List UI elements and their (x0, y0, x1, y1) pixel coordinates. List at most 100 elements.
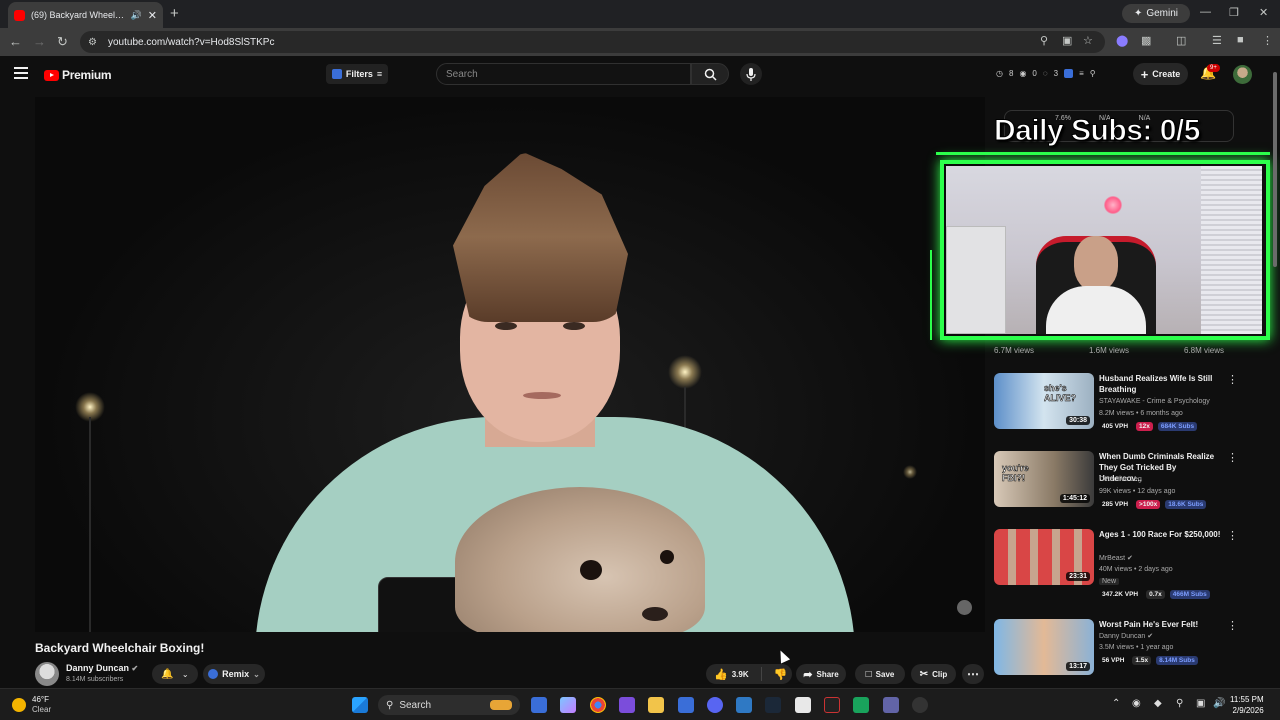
video-thumbnail[interactable]: she's ALIVE? 30:38 (994, 373, 1094, 429)
list-icon[interactable]: ≡ (1079, 69, 1084, 78)
close-tab-icon[interactable]: ✕ (148, 9, 157, 22)
app-icon[interactable] (912, 697, 928, 713)
trophy-icon[interactable]: ⚲ (1090, 69, 1096, 78)
minimize-icon[interactable]: — (1200, 6, 1211, 18)
video-duration: 23:31 (1066, 572, 1090, 581)
network-icon[interactable]: ▣ (1196, 698, 1205, 709)
windows-start-icon[interactable] (352, 697, 368, 713)
hamburger-menu-icon[interactable] (14, 67, 28, 79)
account-avatar[interactable] (1233, 65, 1252, 84)
filters-button[interactable]: Filters ≡ (326, 64, 388, 84)
remix-button[interactable]: Remix ⌄ (203, 664, 265, 684)
more-vert-icon[interactable]: ⋮ (1227, 529, 1238, 542)
window-close-icon[interactable]: ✕ (1259, 6, 1268, 19)
microphone-icon (746, 67, 756, 81)
recommended-video[interactable]: 23:31 Ages 1 - 100 Race For $250,000! Mr… (994, 529, 1239, 609)
media-control-icon[interactable]: ☰ (1212, 34, 1222, 47)
recommended-channel[interactable]: STAYAWAKE - Crime & Psychology (1099, 398, 1210, 405)
recommended-title[interactable]: Husband Realizes Wife Is Still Breathing (1099, 373, 1221, 395)
reload-icon[interactable]: ↻ (57, 34, 68, 50)
recommended-channel[interactable]: MrBeast ✔ (1099, 554, 1133, 562)
chrome-icon[interactable] (590, 697, 606, 713)
voice-search-button[interactable] (740, 63, 762, 85)
clip-button[interactable]: ✂ Clip (911, 664, 956, 684)
file-explorer-icon[interactable] (648, 697, 664, 713)
discord-icon[interactable] (707, 697, 723, 713)
subs-tag: 8.14M Subs (1156, 656, 1198, 665)
address-bar[interactable]: ⚙ youtube.com/watch?v=Hod8SlSTKPc (80, 31, 1105, 53)
recommended-video[interactable]: she's ALIVE? 30:38 Husband Realizes Wife… (994, 373, 1239, 443)
notepad-icon[interactable] (678, 697, 694, 713)
scrollbar-thumb[interactable] (1273, 72, 1277, 267)
tray-mic-icon[interactable]: ⚲ (1176, 698, 1183, 709)
app-icon[interactable] (531, 697, 547, 713)
speaker-icon[interactable]: 🔊 (131, 10, 142, 21)
taskbar-search[interactable]: ⚲ Search (378, 695, 520, 715)
subscribed-bell-button[interactable]: 🔔 ⌄ (152, 664, 198, 684)
site-info-icon[interactable]: ⚙ (88, 37, 100, 48)
new-tab-button[interactable]: + (170, 5, 179, 22)
tray-app-icon[interactable]: ◉ (1132, 698, 1141, 709)
recommended-title[interactable]: Ages 1 - 100 Race For $250,000! (1099, 529, 1221, 540)
multiplier-tag: >100x (1136, 500, 1161, 509)
weather-widget[interactable]: 46°F Clear (12, 695, 51, 715)
video-thumbnail[interactable]: 13:17 (994, 619, 1094, 675)
save-button[interactable]: □ Save (855, 664, 905, 684)
cast-icon[interactable]: ▣ (1062, 34, 1072, 47)
more-actions-button[interactable]: ⋯ (962, 664, 984, 684)
light-pole (89, 417, 91, 632)
more-vert-icon[interactable]: ⋮ (1227, 451, 1238, 464)
more-menu-icon[interactable]: ⋮ (1262, 34, 1273, 47)
gmail-icon[interactable] (824, 697, 840, 713)
app-icon[interactable] (853, 697, 869, 713)
multiplier-tag: 1.5x (1132, 656, 1152, 665)
browser-tab[interactable]: (69) Backyard Wheelchair B 🔊 ✕ (8, 2, 163, 28)
copilot-icon[interactable] (560, 697, 576, 713)
filters-label: Filters (345, 69, 373, 79)
verified-icon: ✔ (131, 664, 139, 673)
video-player[interactable] (35, 97, 985, 632)
youtube-premium-logo[interactable]: Premium (44, 68, 112, 82)
side-panel-icon[interactable]: ◫ (1176, 34, 1186, 47)
system-clock[interactable]: 11:55 PM 2/9/2026 (1230, 694, 1264, 716)
recommended-title[interactable]: Worst Pain He's Ever Felt! (1099, 619, 1221, 630)
video-thumbnail[interactable]: you're FBI?! 1:45:12 (994, 451, 1094, 507)
like-button[interactable]: 👍 3.9K (714, 668, 749, 681)
remix-icon (208, 669, 219, 679)
more-vert-icon[interactable]: ⋮ (1227, 619, 1238, 632)
tray-chevron-icon[interactable]: ⌃ (1112, 698, 1120, 709)
steam-icon[interactable] (765, 697, 781, 713)
zoom-icon[interactable]: ⚲ (1040, 34, 1048, 47)
recommended-video[interactable]: 13:17 Worst Pain He's Ever Felt! Danny D… (994, 619, 1239, 689)
search-button[interactable] (691, 63, 729, 85)
search-input[interactable]: Search (436, 63, 691, 85)
tab-title: (69) Backyard Wheelchair B (31, 10, 127, 20)
multiplier-tag: 12x (1136, 422, 1153, 431)
extension-logo-icon[interactable] (1064, 69, 1074, 78)
volume-icon[interactable]: 🔊 (1213, 698, 1225, 709)
back-icon[interactable]: ← (9, 34, 22, 49)
tray-app-icon[interactable]: ◆ (1154, 698, 1162, 709)
puzzle-icon[interactable]: ▩ (1141, 34, 1151, 47)
photos-icon[interactable] (736, 697, 752, 713)
recommended-channel[interactable]: Danny Duncan ✔ (1099, 632, 1153, 640)
channel-watermark-icon[interactable] (957, 600, 972, 615)
video-thumbnail[interactable]: 23:31 (994, 529, 1094, 585)
app-icon[interactable] (619, 697, 635, 713)
more-vert-icon[interactable]: ⋮ (1227, 373, 1238, 386)
create-button[interactable]: + Create (1133, 63, 1188, 85)
channel-name[interactable]: Danny Duncan ✔ (66, 663, 138, 673)
gemini-button[interactable]: ✦ Gemini (1122, 4, 1190, 23)
forward-icon[interactable]: → (33, 34, 46, 49)
profile-icon[interactable]: ■ (1237, 34, 1244, 46)
recommended-video[interactable]: you're FBI?! 1:45:12 When Dumb Criminals… (994, 451, 1239, 521)
bookmark-star-icon[interactable]: ☆ (1083, 34, 1093, 47)
extension-icon[interactable]: ⬤ (1116, 34, 1128, 47)
teams-icon[interactable] (883, 697, 899, 713)
store-icon[interactable] (795, 697, 811, 713)
thumbs-down-icon[interactable]: 👎 (774, 668, 788, 681)
recommended-channel[interactable]: Detective Leg (1099, 476, 1142, 483)
restore-icon[interactable]: ❐ (1229, 6, 1239, 19)
share-button[interactable]: ➦ Share (796, 664, 846, 684)
channel-avatar[interactable] (35, 662, 59, 686)
